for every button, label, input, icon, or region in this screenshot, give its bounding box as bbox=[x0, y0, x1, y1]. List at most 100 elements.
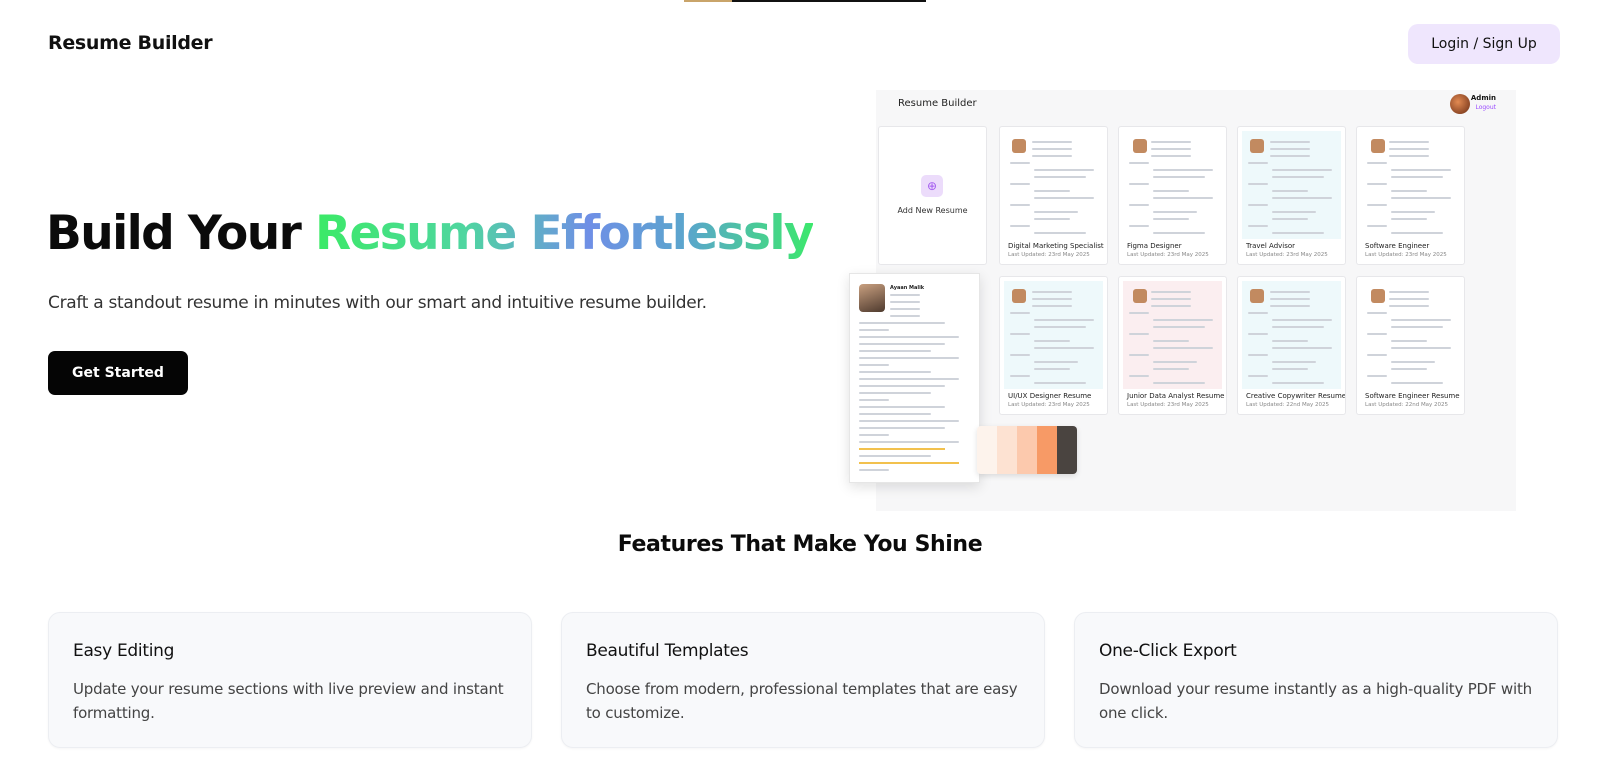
resume-text-line bbox=[859, 427, 945, 429]
resume-text-line bbox=[1367, 333, 1387, 335]
resume-text-line bbox=[1153, 361, 1197, 363]
preview-logout-link: Logout bbox=[1475, 104, 1496, 111]
resume-text-line bbox=[1129, 375, 1149, 377]
resume-text-line bbox=[1272, 361, 1316, 363]
resume-text-line bbox=[859, 420, 959, 422]
resume-text-line bbox=[1367, 162, 1387, 164]
preview-user-name: Admin bbox=[1470, 94, 1496, 102]
top-navbar: Resume Builder Login / Sign Up bbox=[0, 0, 1600, 88]
resume-text-line bbox=[1272, 319, 1332, 321]
resume-text-line bbox=[859, 350, 931, 352]
resume-text-line bbox=[859, 406, 945, 408]
login-signup-button[interactable]: Login / Sign Up bbox=[1408, 24, 1560, 64]
resume-text-line bbox=[1129, 225, 1149, 227]
resume-text-line bbox=[859, 441, 959, 443]
resume-text-line bbox=[1153, 368, 1189, 370]
preview-brand: Resume Builder bbox=[898, 98, 977, 109]
resume-photo-icon bbox=[1250, 139, 1264, 153]
resume-text-line bbox=[1153, 218, 1189, 220]
resume-text-line bbox=[1151, 148, 1191, 150]
resume-text-line bbox=[859, 462, 959, 464]
resume-text-line bbox=[1153, 326, 1205, 328]
palette-swatch bbox=[997, 426, 1017, 474]
resume-thumbnail bbox=[1004, 281, 1103, 389]
resume-text-line bbox=[1034, 361, 1078, 363]
resume-text-line bbox=[1032, 298, 1072, 300]
resume-text-line bbox=[1034, 211, 1078, 213]
resume-text-line bbox=[859, 385, 945, 387]
resume-text-line bbox=[1367, 354, 1387, 356]
resume-text-line bbox=[1010, 333, 1030, 335]
feature-title: Easy Editing bbox=[73, 641, 175, 661]
resume-text-line bbox=[1391, 368, 1427, 370]
preview-resume-card: Software Engineer Last Updated: 23rd May … bbox=[1356, 126, 1465, 265]
resume-text-line bbox=[1270, 298, 1310, 300]
resume-text-line bbox=[1391, 218, 1427, 220]
resume-text-line bbox=[1389, 305, 1429, 307]
color-palette-swatches bbox=[977, 426, 1077, 474]
resume-text-line bbox=[859, 329, 889, 331]
resume-text-line bbox=[1367, 204, 1387, 206]
hero-title-highlight: Resume Effortlessly bbox=[314, 206, 815, 261]
resume-photo-icon bbox=[1012, 289, 1026, 303]
preview-resume-date: Last Updated: 23rd May 2025 bbox=[1008, 252, 1090, 258]
preview-resume-card: Software Engineer Resume Last Updated: 22… bbox=[1356, 276, 1465, 415]
resume-text-line bbox=[1129, 183, 1149, 185]
resume-text-line bbox=[1391, 340, 1427, 342]
resume-text-line bbox=[1248, 312, 1268, 314]
resume-text-line bbox=[890, 315, 920, 317]
resume-text-line bbox=[1391, 361, 1435, 363]
resume-text-line bbox=[859, 413, 931, 415]
resume-thumbnail bbox=[1361, 131, 1460, 239]
get-started-button[interactable]: Get Started bbox=[48, 351, 188, 395]
plus-circle-icon: ⊕ bbox=[921, 175, 943, 197]
preview-resume-date: Last Updated: 22nd May 2025 bbox=[1365, 402, 1449, 408]
preview-resume-title: UI/UX Designer Resume bbox=[1008, 392, 1092, 400]
resume-thumbnail bbox=[1123, 131, 1222, 239]
preview-resume-date: Last Updated: 22nd May 2025 bbox=[1246, 402, 1330, 408]
resume-text-line bbox=[1153, 319, 1213, 321]
preview-add-resume-card: ⊕ Add New Resume bbox=[878, 126, 987, 265]
resume-text-line bbox=[1034, 347, 1094, 349]
resume-text-line bbox=[1032, 305, 1072, 307]
resume-text-line bbox=[859, 448, 945, 450]
resume-text-line bbox=[1010, 375, 1030, 377]
resume-text-line bbox=[1129, 333, 1149, 335]
resume-text-line bbox=[1129, 162, 1149, 164]
resume-text-line bbox=[859, 469, 889, 471]
resume-photo-icon bbox=[1133, 289, 1147, 303]
preview-resume-title: Travel Advisor bbox=[1246, 242, 1296, 250]
resume-text-line bbox=[1034, 326, 1086, 328]
feature-description: Choose from modern, professional templat… bbox=[586, 680, 1018, 722]
floating-resume-preview: Ayaan Malik bbox=[849, 273, 980, 483]
resume-text-line bbox=[1034, 382, 1086, 384]
feature-card-easy-editing: Easy Editing Update your resume sections… bbox=[48, 612, 532, 748]
resume-text-line bbox=[890, 294, 920, 296]
features-title: Features That Make You Shine bbox=[617, 532, 983, 557]
resume-text-line bbox=[859, 378, 959, 380]
resume-text-line bbox=[1010, 312, 1030, 314]
resume-thumbnail bbox=[1361, 281, 1460, 389]
resume-text-line bbox=[1153, 382, 1205, 384]
resume-text-line bbox=[1391, 347, 1451, 349]
resume-text-line bbox=[1391, 190, 1427, 192]
resume-text-line bbox=[1032, 141, 1072, 143]
preview-add-label: Add New Resume bbox=[897, 206, 968, 215]
resume-text-line bbox=[859, 336, 959, 338]
resume-text-line bbox=[1010, 225, 1030, 227]
feature-description: Download your resume instantly as a high… bbox=[1099, 680, 1532, 722]
resume-text-line bbox=[1153, 176, 1205, 178]
resume-photo-icon bbox=[1133, 139, 1147, 153]
resume-photo-icon bbox=[1250, 289, 1264, 303]
resume-text-line bbox=[1010, 183, 1030, 185]
preview-resume-date: Last Updated: 23rd May 2025 bbox=[1008, 402, 1090, 408]
preview-resume-card: Digital Marketing Specialist Last Updated… bbox=[999, 126, 1108, 265]
resume-text-line bbox=[859, 399, 889, 401]
brand-logo[interactable]: Resume Builder bbox=[48, 32, 213, 54]
feature-description: Update your resume sections with live pr… bbox=[73, 680, 504, 722]
resume-text-line bbox=[1391, 319, 1451, 321]
resume-text-line bbox=[1272, 340, 1308, 342]
resume-text-line bbox=[1153, 347, 1213, 349]
resume-text-line bbox=[1391, 382, 1443, 384]
resume-text-line bbox=[1032, 291, 1072, 293]
